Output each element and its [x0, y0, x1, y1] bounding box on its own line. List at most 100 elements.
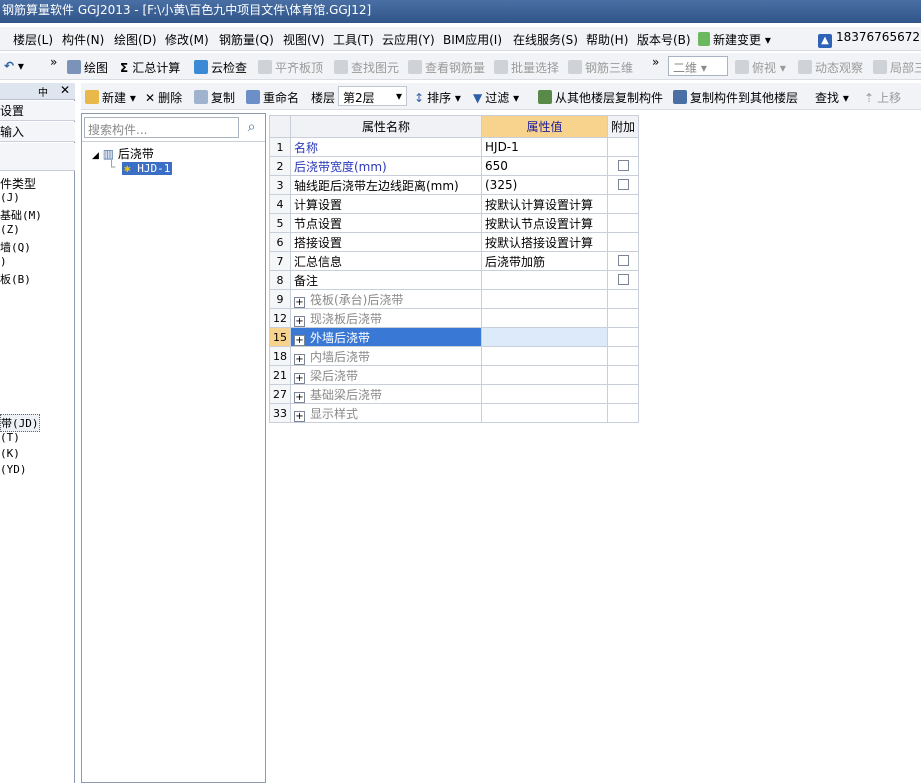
menu-view[interactable]: 视图(V) — [283, 31, 325, 48]
table-row[interactable]: 6 搭接设置 按默认搭接设置计算 — [269, 232, 640, 252]
property-value[interactable]: 后浇带加筋 — [481, 251, 608, 271]
nav-item-yd[interactable]: (YD) — [0, 463, 27, 476]
nav-item-wall[interactable]: 墙(Q) — [0, 239, 31, 255]
draw-button[interactable]: 绘图 — [67, 59, 108, 76]
extra-checkbox[interactable] — [617, 255, 629, 266]
expand-icon[interactable]: + — [294, 296, 305, 308]
tree-root-node[interactable]: ◢ ▥ 后浇带 — [92, 145, 154, 162]
menu-modify[interactable]: 修改(M) — [165, 31, 209, 48]
expand-icon[interactable]: + — [294, 334, 305, 346]
property-value[interactable]: (325) — [481, 175, 608, 195]
new-change-button[interactable]: 新建变更 ▾ — [698, 31, 771, 48]
copy-from-other-floor-button[interactable]: 从其他楼层复制构件 — [538, 89, 663, 106]
table-row[interactable]: 2 后浇带宽度(mm) 650 — [269, 156, 640, 176]
property-value[interactable]: HJD-1 — [481, 137, 608, 157]
table-row[interactable]: 4 计算设置 按默认计算设置计算 — [269, 194, 640, 214]
find-element-button[interactable]: 查找图元 — [334, 59, 399, 76]
nav-item-misc[interactable]: ) — [0, 255, 7, 268]
menu-tools[interactable]: 工具(T) — [333, 31, 374, 48]
menu-bim[interactable]: BIM应用(I) — [443, 31, 502, 48]
menu-component[interactable]: 构件(N) — [62, 31, 104, 48]
expand-icon[interactable]: + — [294, 410, 305, 422]
menu-help[interactable]: 帮助(H) — [586, 31, 628, 48]
extra-checkbox[interactable] — [617, 179, 629, 190]
header-property-value[interactable]: 属性值 — [481, 115, 608, 138]
batch-select-button[interactable]: 批量选择 — [494, 59, 559, 76]
local-3d-button[interactable]: 局部三 — [873, 59, 921, 76]
copy-to-other-floor-button[interactable]: 复制构件到其他楼层 — [673, 89, 798, 106]
menu-floor[interactable]: 楼层(L) — [13, 31, 53, 48]
delete-button[interactable]: ✕ 删除 — [145, 89, 182, 106]
copy-button[interactable]: 复制 — [194, 89, 235, 106]
undo-button[interactable]: ↶ ▾ — [4, 59, 24, 73]
menu-cloud[interactable]: 云应用(Y) — [382, 31, 435, 48]
find-button[interactable]: 查找 ▾ — [815, 89, 849, 106]
user-account[interactable]: ▲ 18376765672 — [818, 30, 920, 48]
nav-item-j[interactable]: (J) — [0, 191, 20, 204]
toolbar-overflow-icon[interactable]: » — [50, 55, 57, 69]
header-property-name[interactable]: 属性名称 — [290, 115, 482, 138]
property-value[interactable] — [481, 327, 608, 347]
filter-button[interactable]: ▼ 过滤 ▾ — [473, 89, 519, 106]
property-value[interactable] — [481, 308, 608, 328]
table-row[interactable]: 9 + 筏板(承台)后浇带 — [269, 289, 640, 309]
property-value[interactable] — [481, 270, 608, 290]
pin-icon[interactable]: 中 — [38, 84, 48, 99]
nav-item-t[interactable]: (T) — [0, 431, 20, 444]
close-icon[interactable]: ✕ — [60, 83, 70, 97]
header-extra[interactable]: 附加 — [606, 115, 640, 138]
toolbar-overflow-2-icon[interactable]: » — [652, 55, 659, 69]
view-rebar-button[interactable]: 查看钢筋量 — [408, 59, 485, 76]
table-row-selected[interactable]: 15 + 外墙后浇带 — [269, 327, 640, 347]
table-row[interactable]: 18 + 内墙后浇带 — [269, 346, 640, 366]
menu-version[interactable]: 版本号(B) — [637, 31, 691, 48]
property-value[interactable] — [481, 365, 608, 385]
expand-icon[interactable]: + — [294, 315, 305, 327]
nav-item-post-cast-strip[interactable]: 带(JD) — [0, 414, 40, 432]
tree-child-node[interactable]: ✱ HJD-1 — [122, 161, 173, 175]
menu-online-service[interactable]: 在线服务(S) — [513, 31, 578, 48]
flush-slab-button[interactable]: 平齐板顶 — [258, 59, 323, 76]
search-input[interactable]: 搜索构件... — [84, 117, 239, 138]
table-row[interactable]: 21 + 梁后浇带 — [269, 365, 640, 385]
property-value[interactable]: 按默认计算设置计算 — [481, 194, 608, 214]
table-row[interactable]: 12 + 现浇板后浇带 — [269, 308, 640, 328]
property-value[interactable] — [481, 346, 608, 366]
property-value[interactable] — [481, 403, 608, 423]
table-row[interactable]: 1 名称 HJD-1 — [269, 137, 640, 157]
table-row[interactable]: 33 + 显示样式 — [269, 403, 640, 423]
table-row[interactable]: 3 轴线距后浇带左边线距离(mm) (325) — [269, 175, 640, 195]
property-value[interactable]: 按默认搭接设置计算 — [481, 232, 608, 252]
cloud-check-button[interactable]: 云检查 — [194, 59, 247, 76]
nav-item-column[interactable]: (Z) — [0, 223, 20, 236]
nav-item-type[interactable]: 件类型 — [0, 175, 36, 192]
expand-icon[interactable]: + — [294, 372, 305, 384]
property-value[interactable]: 按默认节点设置计算 — [481, 213, 608, 233]
top-view-button[interactable]: 俯视 ▾ — [735, 59, 786, 76]
menu-draw[interactable]: 绘图(D) — [114, 31, 157, 48]
menu-rebar-quantity[interactable]: 钢筋量(Q) — [219, 31, 274, 48]
property-value[interactable] — [481, 289, 608, 309]
nav-item-foundation[interactable]: 基础(M) — [0, 207, 42, 223]
expand-icon[interactable]: + — [294, 353, 305, 365]
table-row[interactable]: 7 汇总信息 后浇带加筋 — [269, 251, 640, 271]
table-row[interactable]: 27 + 基础梁后浇带 — [269, 384, 640, 404]
rebar-3d-button[interactable]: 钢筋三维 — [568, 59, 633, 76]
new-button[interactable]: 新建 ▾ — [85, 89, 136, 106]
floor-select[interactable]: 第2层 ▾ — [338, 86, 407, 106]
view-mode-select[interactable]: 二维 ▾ — [668, 56, 728, 76]
search-icon[interactable]: ⌕ — [241, 117, 262, 138]
nav-item-slab[interactable]: 板(B) — [0, 271, 31, 287]
nav-item-k[interactable]: (K) — [0, 447, 20, 460]
rename-button[interactable]: 重命名 — [246, 89, 299, 106]
sort-button[interactable]: ↕ 排序 ▾ — [414, 89, 461, 106]
extra-checkbox[interactable] — [617, 274, 629, 285]
property-value[interactable] — [481, 384, 608, 404]
move-up-button[interactable]: ⇡ 上移 — [864, 89, 901, 106]
property-value[interactable]: 650 — [481, 156, 608, 176]
dynamic-view-button[interactable]: 动态观察 — [798, 59, 863, 76]
table-row[interactable]: 5 节点设置 按默认节点设置计算 — [269, 213, 640, 233]
sum-calc-button[interactable]: Σ 汇总计算 — [120, 59, 180, 76]
expand-icon[interactable]: + — [294, 391, 305, 403]
left-panel-settings[interactable]: 设置 — [0, 101, 75, 121]
